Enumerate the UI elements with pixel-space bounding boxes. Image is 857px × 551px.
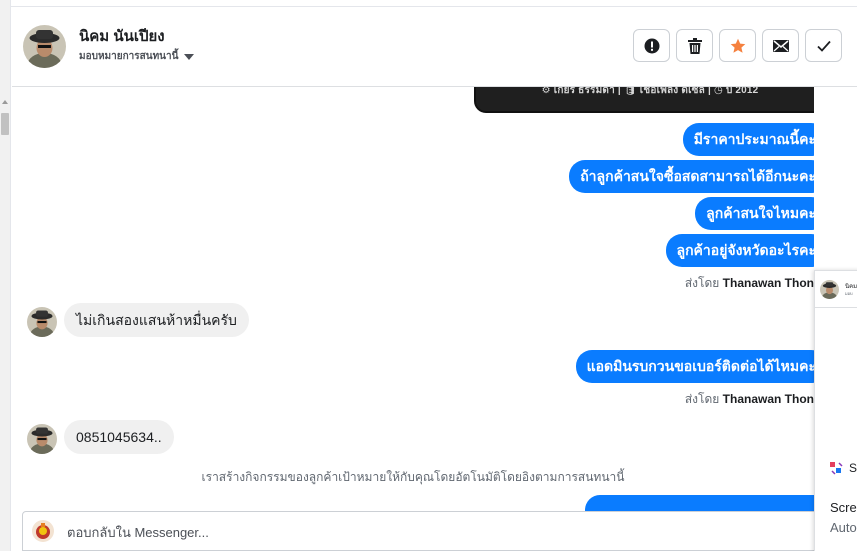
contact-avatar	[820, 280, 839, 299]
assign-conversation-dropdown[interactable]: มอบหมายการสนทนานี้	[79, 49, 195, 64]
sparkle-icon	[830, 462, 843, 475]
floating-chat-panel[interactable]: นิคม มอบ S Scre Auto	[814, 270, 857, 551]
sent-by-name: Thanawan Thon	[722, 276, 814, 290]
reply-input[interactable]	[67, 520, 767, 544]
floating-panel-header[interactable]: นิคม มอบ	[815, 271, 857, 308]
contact-avatar[interactable]	[23, 25, 66, 68]
delete-button[interactable]	[676, 29, 713, 62]
star-button[interactable]	[719, 29, 756, 62]
trash-icon	[687, 37, 702, 54]
page-avatar	[32, 520, 54, 542]
assign-label: มอบหมายการสนทนานี้	[79, 51, 179, 62]
sent-by-prefix: ส่งโดย	[684, 276, 720, 290]
mark-spam-button[interactable]	[633, 29, 670, 62]
contact-avatar[interactable]	[27, 307, 57, 337]
alert-icon	[644, 38, 659, 53]
reply-composer	[22, 511, 822, 551]
sent-by-prefix: ส่งโดย	[684, 392, 720, 406]
outgoing-message[interactable]: ลูกค้าอยู่จังหวัดอะไรคะ	[665, 234, 814, 267]
floating-panel-link[interactable]: S	[829, 461, 857, 475]
scrollbar-thumb[interactable]	[1, 113, 9, 135]
outgoing-message-partial[interactable]	[585, 495, 814, 511]
star-icon	[730, 38, 745, 53]
sent-by-name: Thanawan Thon	[722, 392, 814, 406]
mark-unread-button[interactable]	[762, 29, 799, 62]
vehicle-card[interactable]: ⚙ เกียร์ ธรรมดา | 🛢 เชื้อเพลิง ดีเซล | ◷…	[474, 87, 814, 113]
floating-panel-sub: มอบ	[845, 291, 853, 296]
caret-down-icon	[184, 53, 195, 60]
vehicle-card-specs: ⚙ เกียร์ ธรรมดา | 🛢 เชื้อเพลิง ดีเซล | ◷…	[541, 87, 759, 96]
incoming-message[interactable]: 0851045634..	[64, 420, 174, 454]
mark-done-button[interactable]	[805, 29, 842, 62]
floating-panel-link-label: S	[849, 461, 857, 475]
conversation-view: นิคม นันเปียง มอบหมายการสนทนานี้ ⚙ เกียร…	[0, 0, 857, 551]
conversation-header: นิคม นันเปียง มอบหมายการสนทนานี้	[12, 7, 857, 87]
outgoing-message[interactable]: ลูกค้าสนใจไหมคะ	[695, 197, 814, 230]
mail-icon	[772, 39, 789, 52]
system-note: เราสร้างกิจกรรมของลูกค้าเป้าหมายให้กับคุ…	[201, 470, 625, 484]
conversation-actions	[633, 29, 842, 62]
floating-panel-subtitle: Auto	[830, 520, 857, 535]
outgoing-message[interactable]: ถ้าลูกค้าสนใจซื้อสดสามารถได้อีกนะคะ	[569, 160, 814, 193]
check-icon	[816, 40, 831, 52]
incoming-message[interactable]: ไม่เกินสองแสนห้าหมื่นครับ	[64, 303, 249, 337]
sent-by-label: ส่งโดย Thanawan Thon	[685, 390, 814, 409]
floating-panel-title: Scre	[830, 500, 857, 515]
page-scrollbar[interactable]	[0, 0, 11, 551]
scroll-up-arrow-icon[interactable]	[2, 100, 8, 104]
contact-avatar[interactable]	[27, 424, 57, 454]
message-thread[interactable]: ⚙ เกียร์ ธรรมดา | 🛢 เชื้อเพลิง ดีเซล | ◷…	[12, 87, 814, 511]
outgoing-message[interactable]: มีราคาประมาณนี้คะ	[682, 123, 814, 156]
contact-name: นิคม นันเปียง	[79, 28, 165, 45]
outgoing-message[interactable]: แอดมินรบกวนขอเบอร์ติดต่อได้ไหมคะ	[575, 350, 814, 383]
sent-by-label: ส่งโดย Thanawan Thon	[685, 274, 814, 293]
